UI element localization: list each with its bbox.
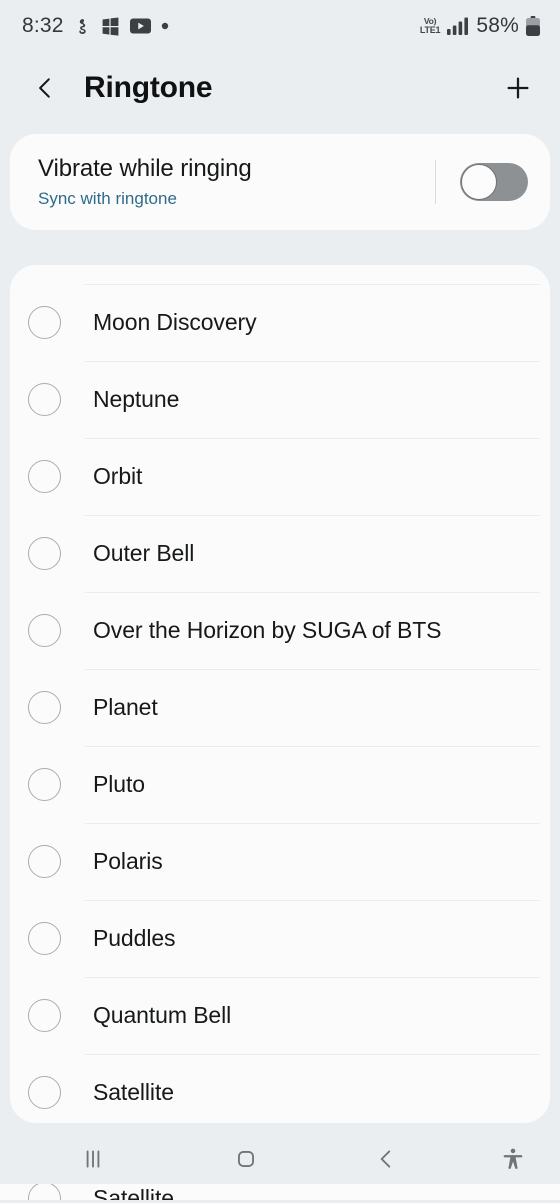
- status-time: 8:32: [22, 14, 64, 37]
- plus-icon: [507, 77, 529, 99]
- accessibility-icon: [503, 1148, 523, 1169]
- snowflake-icon: [79, 18, 86, 34]
- home-button[interactable]: [186, 1133, 306, 1184]
- ringtone-row[interactable]: Satellite: [10, 1184, 550, 1200]
- ringtone-radio[interactable]: [28, 1076, 61, 1109]
- ringtone-row[interactable]: Moon Discovery: [10, 284, 550, 361]
- status-bar-right: Vo) LTE1 58%: [420, 14, 540, 38]
- ringtone-row[interactable]: Satellite: [10, 1054, 550, 1123]
- ringtone-list-card: Homecoming Moon Discovery Neptune Orbit …: [10, 265, 550, 1123]
- ringtone-row[interactable]: Homecoming: [10, 265, 550, 284]
- ringtone-label: Over the Horizon by SUGA of BTS: [93, 617, 442, 643]
- ringtone-row[interactable]: Puddles: [10, 900, 550, 977]
- dot-icon: [161, 22, 168, 30]
- ringtone-list[interactable]: Homecoming Moon Discovery Neptune Orbit …: [10, 265, 550, 1123]
- recents-button[interactable]: [0, 1133, 186, 1184]
- ringtone-radio[interactable]: [28, 845, 61, 878]
- add-ringtone-button[interactable]: [498, 68, 538, 108]
- ringtone-row[interactable]: Polaris: [10, 823, 550, 900]
- vibrate-toggle[interactable]: [460, 163, 528, 201]
- ringtone-label: Pluto: [93, 771, 145, 797]
- nav-back-button[interactable]: [306, 1133, 466, 1184]
- page-title: Ringtone: [84, 71, 213, 104]
- back-button[interactable]: [26, 69, 64, 107]
- status-bar-left: 8:32: [22, 14, 169, 38]
- back-chevron-icon: [380, 1149, 391, 1168]
- signal-bars-icon: [447, 17, 469, 35]
- vibrate-while-ringing-row[interactable]: Vibrate while ringing Sync with ringtone: [10, 134, 550, 230]
- ringtone-label: Satellite: [93, 1185, 174, 1200]
- ringtone-label: Outer Bell: [93, 540, 195, 566]
- ringtone-row[interactable]: Over the Horizon by SUGA of BTS: [10, 592, 550, 669]
- ringtone-radio[interactable]: [28, 460, 61, 493]
- ringtone-radio[interactable]: [28, 768, 61, 801]
- ringtone-label: Neptune: [93, 386, 180, 412]
- ringtone-label: Satellite: [93, 1079, 174, 1105]
- battery-icon: [526, 16, 540, 36]
- ringtone-row[interactable]: Orbit: [10, 438, 550, 515]
- volte-label-bottom: LTE1: [419, 24, 441, 35]
- accessibility-button[interactable]: [466, 1133, 560, 1184]
- ringtone-label: Planet: [93, 694, 158, 720]
- back-chevron-icon: [39, 78, 50, 98]
- ringtone-label: Puddles: [93, 925, 176, 951]
- ringtone-row[interactable]: Planet: [10, 669, 550, 746]
- system-navigation-bar: [0, 1133, 560, 1184]
- home-icon: [238, 1150, 254, 1167]
- app-grid-icon: [102, 16, 119, 36]
- ringtone-list-sliver-inner: Satellite: [10, 1184, 550, 1200]
- ringtone-radio[interactable]: [28, 537, 61, 570]
- vibrate-switch-area: [435, 160, 528, 204]
- switch-divider: [435, 160, 436, 204]
- ringtone-row[interactable]: Pluto: [10, 746, 550, 823]
- ringtone-radio[interactable]: [28, 691, 61, 724]
- battery-percentage: 58%: [476, 14, 519, 37]
- status-bar: 8:32 Vo) LTE1 58%: [0, 0, 560, 52]
- ringtone-label: Moon Discovery: [93, 309, 257, 335]
- ringtone-radio[interactable]: [28, 922, 61, 955]
- ringtone-radio[interactable]: [28, 383, 61, 416]
- ringtone-row[interactable]: Neptune: [10, 361, 550, 438]
- toggle-knob: [461, 164, 497, 200]
- recents-icon: [86, 1149, 100, 1168]
- ringtone-label: Polaris: [93, 848, 163, 874]
- ringtone-row[interactable]: Outer Bell: [10, 515, 550, 592]
- ringtone-label: Orbit: [93, 463, 143, 489]
- ringtone-radio[interactable]: [28, 999, 61, 1032]
- vibrate-subtitle: Sync with ringtone: [38, 189, 177, 208]
- volte-icon: Vo) LTE1: [420, 17, 441, 35]
- ringtone-radio[interactable]: [28, 306, 61, 339]
- app-bar: Ringtone: [0, 52, 560, 124]
- ringtone-radio[interactable]: [28, 614, 61, 647]
- youtube-icon: [129, 18, 151, 34]
- vibrate-text-block: Vibrate while ringing Sync with ringtone: [38, 155, 435, 209]
- ringtone-row[interactable]: Quantum Bell: [10, 977, 550, 1054]
- ringtone-list-bottom-sliver: Satellite: [0, 1184, 560, 1200]
- vibrate-title: Vibrate while ringing: [38, 155, 252, 182]
- ringtone-label: Quantum Bell: [93, 1002, 232, 1028]
- ringtone-radio[interactable]: [28, 1184, 61, 1200]
